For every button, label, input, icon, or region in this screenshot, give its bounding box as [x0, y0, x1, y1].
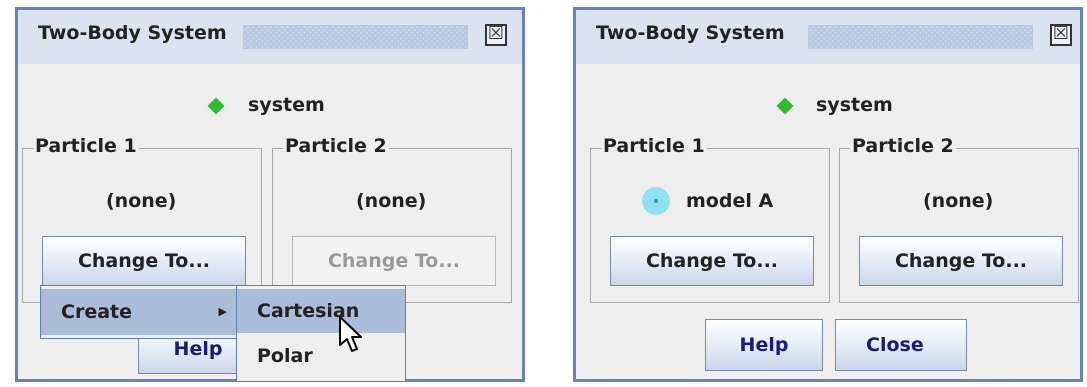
system-label: system: [816, 94, 893, 116]
help-button[interactable]: Help: [705, 319, 823, 371]
mouse-cursor-icon: [339, 316, 362, 352]
particle2-title: Particle 2: [283, 135, 389, 157]
menu-item-create-label: Create: [61, 301, 132, 323]
menu-item-polar[interactable]: Polar: [237, 334, 405, 378]
system-row: system: [576, 94, 1080, 124]
particle1-title: Particle 1: [33, 135, 139, 157]
system-diamond-icon: [207, 97, 225, 115]
particle2-change-to-button[interactable]: Change To...: [859, 236, 1063, 286]
particle2-panel: Particle 2 (none) Change To...: [839, 135, 1079, 303]
particle1-change-to-button[interactable]: Change To...: [610, 236, 814, 286]
change-to-menu: Create ▶: [40, 285, 238, 339]
create-submenu: Cartesian Polar: [236, 285, 406, 382]
left-window: Two-Body System ☒ system Particle 1 (non…: [15, 7, 525, 382]
system-diamond-icon: [776, 97, 794, 115]
particle1-panel: Particle 1 (none) Change To...: [22, 135, 262, 303]
particle2-panel: Particle 2 (none) Change To...: [272, 135, 512, 303]
system-label: system: [248, 94, 325, 116]
title-grip: [243, 25, 468, 49]
menu-item-cartesian[interactable]: Cartesian: [237, 289, 405, 333]
close-icon[interactable]: ☒: [485, 24, 507, 46]
particle1-title: Particle 1: [601, 135, 707, 157]
particle1-value: model A: [686, 190, 774, 212]
close-button[interactable]: Close: [835, 319, 967, 371]
right-window: Two-Body System ☒ system Particle 1 mode…: [573, 7, 1083, 382]
window-title: Two-Body System: [38, 22, 227, 44]
window-title: Two-Body System: [596, 22, 785, 44]
title-grip: [808, 25, 1033, 49]
particle-circle-icon: [642, 187, 670, 215]
submenu-arrow-icon: ▶: [218, 305, 227, 318]
particle2-value: (none): [356, 190, 427, 212]
particle1-change-to-button[interactable]: Change To...: [42, 236, 246, 286]
particle1-value: (none): [106, 190, 177, 212]
particle1-panel: Particle 1 model A Change To...: [590, 135, 830, 303]
particle2-change-to-button: Change To...: [292, 236, 496, 286]
menu-item-create[interactable]: Create ▶: [41, 289, 237, 335]
left-titlebar[interactable]: Two-Body System ☒: [18, 10, 522, 64]
close-icon[interactable]: ☒: [1050, 24, 1072, 46]
particle2-title: Particle 2: [850, 135, 956, 157]
system-row: system: [18, 94, 522, 124]
particle2-value: (none): [923, 190, 994, 212]
right-titlebar[interactable]: Two-Body System ☒: [576, 10, 1080, 64]
